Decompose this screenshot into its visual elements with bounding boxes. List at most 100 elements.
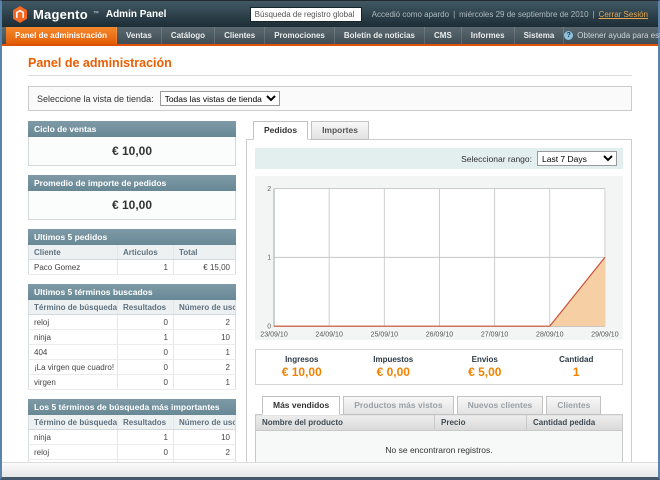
logged-in-as: Accedió como apardo bbox=[372, 10, 449, 19]
table-cell: ¡La virgen que cuadro! bbox=[29, 360, 118, 375]
stat-impuestos: Impuestos€ 0,00 bbox=[348, 350, 440, 384]
sales-cycle-box: Ciclo de ventas € 10,00 bbox=[28, 121, 236, 166]
magento-logo-icon bbox=[12, 6, 28, 23]
orders-chart: 01223/09/1024/09/1025/09/1026/09/1027/09… bbox=[255, 176, 623, 340]
last-search-terms-table: Término de búsquedaResultadosNúmero de u… bbox=[28, 300, 236, 390]
top-search-terms-table: Término de búsquedaResultadosNúmero de u… bbox=[28, 415, 236, 462]
stat-label: Impuestos bbox=[350, 355, 438, 364]
tab-mas-vendidos[interactable]: Más vendidos bbox=[262, 396, 340, 415]
table-cell: 10 bbox=[174, 430, 236, 445]
stat-value: € 5,00 bbox=[441, 365, 529, 379]
table-row: reloj02 bbox=[29, 315, 236, 330]
average-order-value: € 10,00 bbox=[28, 191, 236, 220]
store-view-switcher: Seleccione la vista de tienda: Todas las… bbox=[28, 86, 632, 111]
stat-value: € 10,00 bbox=[258, 365, 346, 379]
nav-item-catalogo[interactable]: Catálogo bbox=[162, 27, 215, 44]
page-title: Panel de administración bbox=[28, 56, 632, 76]
svg-text:28/09/10: 28/09/10 bbox=[536, 332, 564, 339]
report-panel: Seleccionar rango: Last 7 Days 01223/09/… bbox=[246, 139, 632, 462]
table-cell: Paco Gomez bbox=[29, 260, 118, 275]
table-row: ¡La virgen que cuadro!02 bbox=[29, 360, 236, 375]
header-right: Accedió como apardo | miércoles 29 de se… bbox=[250, 7, 648, 22]
box-header: Ciclo de ventas bbox=[28, 121, 236, 137]
nav-item-panel-de-administracion[interactable]: Panel de administración bbox=[6, 27, 117, 44]
svg-text:27/09/10: 27/09/10 bbox=[481, 332, 509, 339]
nav-item-ventas[interactable]: Ventas bbox=[117, 27, 162, 44]
nav-item-boletin-de-noticias[interactable]: Boletín de noticias bbox=[335, 27, 425, 44]
nav-item-promociones[interactable]: Promociones bbox=[265, 27, 335, 44]
magento-logo: Magento ™ Admin Panel bbox=[12, 6, 166, 23]
grid-column-precio: Precio bbox=[435, 415, 527, 431]
help-link[interactable]: ? Obtener ayuda para esta página bbox=[564, 27, 660, 44]
average-order-box: Promedio de importe de pedidos € 10,00 bbox=[28, 175, 236, 220]
stat-value: € 0,00 bbox=[350, 365, 438, 379]
table-row: Paco Gomez1€ 15,00 bbox=[29, 260, 236, 275]
store-switcher-label: Seleccione la vista de tienda: bbox=[37, 94, 154, 104]
svg-text:23/09/10: 23/09/10 bbox=[260, 332, 288, 339]
table-cell: 2 bbox=[174, 445, 236, 460]
page-content: Panel de administración Seleccione la vi… bbox=[2, 46, 658, 462]
totals-bar: Ingresos€ 10,00Impuestos€ 0,00Envios€ 5,… bbox=[255, 349, 623, 385]
nav-item-sistema[interactable]: Sistema bbox=[515, 27, 565, 44]
help-label: Obtener ayuda para esta página bbox=[577, 31, 660, 40]
orders-area-chart: 01223/09/1024/09/1025/09/1026/09/1027/09… bbox=[258, 181, 620, 339]
page-footer bbox=[2, 462, 658, 477]
no-records-message: No se encontraron registros. bbox=[256, 431, 623, 462]
svg-text:26/09/10: 26/09/10 bbox=[426, 332, 454, 339]
dashboard-main: PedidosImportes Seleccionar rango: Last … bbox=[246, 121, 632, 462]
tab-productos-mas-vistos: Productos más vistos bbox=[343, 396, 453, 415]
tab-clientes: Clientes bbox=[546, 396, 601, 415]
nav-item-informes[interactable]: Informes bbox=[462, 27, 515, 44]
column-header-termino-de-busqueda: Término de búsqueda bbox=[29, 415, 118, 430]
column-header-articulos: Articulos bbox=[118, 245, 174, 260]
last-search-terms-box: Ultimos 5 términos buscados Término de b… bbox=[28, 284, 236, 390]
column-header-termino-de-busqueda: Término de búsqueda bbox=[29, 300, 118, 315]
tab-importes[interactable]: Importes bbox=[311, 121, 369, 140]
table-row: virgen01 bbox=[29, 375, 236, 390]
table-cell: 404 bbox=[29, 345, 118, 360]
logout-link[interactable]: Cerrar Sesión bbox=[599, 10, 648, 19]
separator: | bbox=[593, 10, 595, 19]
stat-label: Cantidad bbox=[533, 355, 621, 364]
table-cell: 1 bbox=[174, 375, 236, 390]
table-header-row: ClienteArticulosTotal bbox=[29, 245, 236, 260]
nav-item-cms[interactable]: CMS bbox=[425, 27, 462, 44]
brand-suffix: Admin Panel bbox=[106, 9, 167, 20]
column-header-numero-de-usos: Número de usos bbox=[174, 300, 236, 315]
column-header-numero-de-usos: Número de usos bbox=[174, 415, 236, 430]
table-cell: reloj bbox=[29, 445, 118, 460]
store-view-select[interactable]: Todas las vistas de tienda bbox=[160, 91, 280, 106]
table-cell: 10 bbox=[174, 330, 236, 345]
tab-pedidos[interactable]: Pedidos bbox=[253, 121, 308, 140]
last-orders-box: Ultimos 5 pedidos ClienteArticulosTotalP… bbox=[28, 229, 236, 275]
table-header-row: Término de búsquedaResultadosNúmero de u… bbox=[29, 415, 236, 430]
product-tabs: Más vendidosProductos más vistosNuevos c… bbox=[255, 396, 623, 415]
table-cell: 2 bbox=[174, 315, 236, 330]
report-tabs: PedidosImportes bbox=[246, 121, 632, 140]
stat-label: Envios bbox=[441, 355, 529, 364]
box-header: Ultimos 5 términos buscados bbox=[28, 284, 236, 300]
grid-column-nombre-del-producto: Nombre del producto bbox=[256, 415, 435, 431]
separator: | bbox=[453, 10, 455, 19]
table-row: ninja110 bbox=[29, 430, 236, 445]
table-cell: 2 bbox=[174, 360, 236, 375]
brand-trademark: ™ bbox=[93, 11, 99, 17]
help-icon: ? bbox=[564, 31, 573, 40]
brand-name: Magento bbox=[33, 7, 88, 22]
table-cell: 1 bbox=[118, 430, 174, 445]
range-select[interactable]: Last 7 Days bbox=[537, 151, 617, 166]
global-search-input[interactable] bbox=[250, 7, 362, 22]
table-cell: 0 bbox=[118, 345, 174, 360]
table-cell: 0 bbox=[118, 445, 174, 460]
top-search-terms-box: Los 5 términos de búsqueda más important… bbox=[28, 399, 236, 462]
nav-item-clientes[interactable]: Clientes bbox=[215, 27, 265, 44]
table-cell: 0 bbox=[118, 360, 174, 375]
main-navigation-bar: Panel de administraciónVentasCatálogoCli… bbox=[2, 27, 658, 44]
range-label: Seleccionar rango: bbox=[461, 154, 532, 164]
grid-header-row: Nombre del productoPrecioCantidad pedida bbox=[256, 415, 623, 431]
svg-text:29/09/10: 29/09/10 bbox=[591, 332, 619, 339]
svg-text:24/09/10: 24/09/10 bbox=[315, 332, 343, 339]
main-nav-menu: Panel de administraciónVentasCatálogoCli… bbox=[6, 27, 564, 44]
table-cell: reloj bbox=[29, 315, 118, 330]
svg-text:1: 1 bbox=[267, 255, 271, 262]
